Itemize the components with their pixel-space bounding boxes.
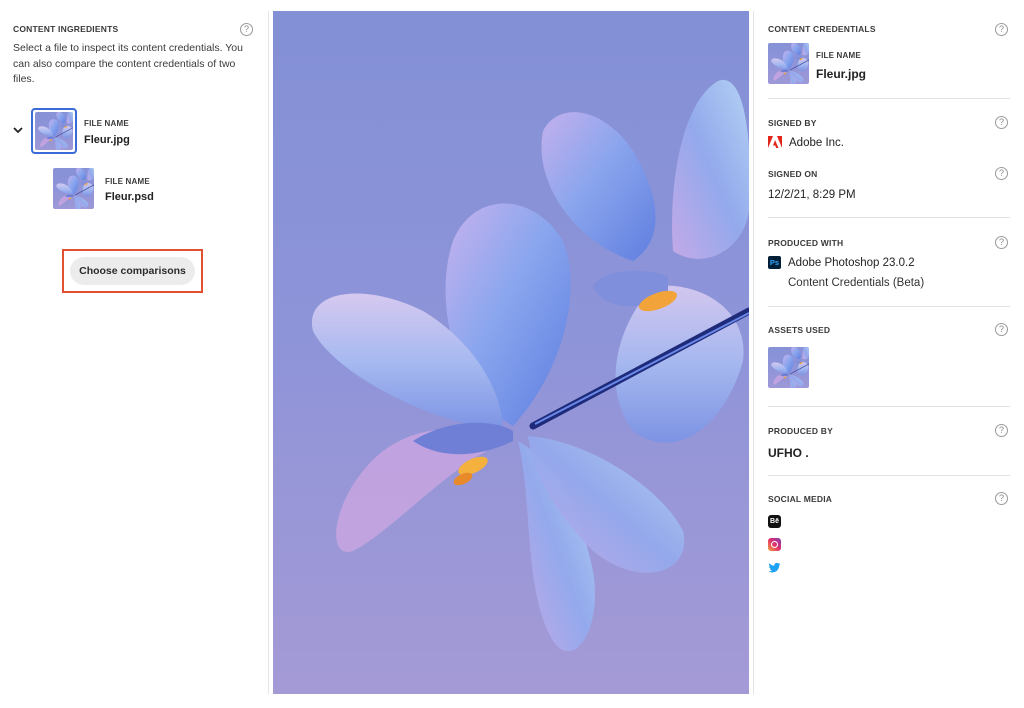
adobe-logo-icon: [768, 136, 782, 148]
file-name: Fleur.jpg: [816, 67, 867, 81]
signed-on-title: SIGNED ON: [768, 169, 818, 179]
file-thumbnail-selected[interactable]: [31, 108, 77, 154]
help-icon[interactable]: ?: [995, 167, 1008, 180]
help-icon[interactable]: ?: [995, 23, 1008, 36]
help-icon[interactable]: ?: [995, 323, 1008, 336]
content-credentials-header: CONTENT CREDENTIALS: [768, 24, 876, 34]
produced-with-title: PRODUCED WITH: [768, 238, 844, 248]
content-ingredients-header: CONTENT INGREDIENTS: [13, 24, 119, 34]
file-name[interactable]: Fleur.psd: [105, 191, 154, 203]
help-icon[interactable]: ?: [995, 424, 1008, 437]
instagram-icon[interactable]: [768, 538, 781, 551]
photoshop-icon: Ps: [768, 256, 781, 269]
file-name-label: FILE NAME: [816, 51, 861, 60]
divider: [768, 475, 1010, 476]
help-icon[interactable]: ?: [995, 492, 1008, 505]
file-thumbnail-child[interactable]: [53, 168, 94, 209]
choose-comparisons-highlight: Choose comparisons: [62, 249, 203, 293]
produced-with-detail: Content Credentials (Beta): [788, 277, 925, 289]
chevron-down-icon[interactable]: [12, 124, 24, 136]
asset-thumbnail[interactable]: [768, 347, 809, 388]
divider: [768, 217, 1010, 218]
behance-icon[interactable]: Bē: [768, 515, 781, 528]
produced-by-title: PRODUCED BY: [768, 426, 834, 436]
signed-by-row: Adobe Inc.: [768, 136, 844, 149]
choose-comparisons-button[interactable]: Choose comparisons: [70, 257, 195, 285]
content-credentials-panel: CONTENT CREDENTIALS ? FILE NAME Fleur.jp…: [760, 0, 1024, 708]
signed-by-title: SIGNED BY: [768, 118, 817, 128]
twitter-icon[interactable]: [768, 561, 781, 574]
divider: [768, 406, 1010, 407]
assets-used-title: ASSETS USED: [768, 325, 831, 335]
social-media-title: SOCIAL MEDIA: [768, 494, 833, 504]
help-icon[interactable]: ?: [995, 116, 1008, 129]
credential-file-thumbnail: [768, 43, 809, 84]
signed-on-value: 12/2/21, 8:29 PM: [768, 189, 856, 201]
help-icon[interactable]: ?: [995, 236, 1008, 249]
ingredients-description: Select a file to inspect its content cre…: [13, 42, 243, 85]
file-name[interactable]: Fleur.jpg: [84, 134, 130, 146]
divider: [768, 306, 1010, 307]
file-name-label: FILE NAME: [105, 177, 150, 186]
content-ingredients-panel: CONTENT INGREDIENTS ? Select a file to i…: [0, 0, 268, 708]
divider: [768, 98, 1010, 99]
produced-by-value: UFHO .: [768, 446, 809, 460]
file-name-label: FILE NAME: [84, 119, 129, 128]
produced-with-row: Ps Adobe Photoshop 23.0.2: [768, 256, 915, 269]
panel-divider: [268, 11, 269, 694]
preview-image: [273, 11, 749, 694]
panel-divider: [753, 11, 754, 694]
help-icon[interactable]: ?: [240, 23, 253, 36]
signed-by-value: Adobe Inc.: [789, 136, 844, 149]
produced-with-app: Adobe Photoshop 23.0.2: [788, 256, 915, 269]
